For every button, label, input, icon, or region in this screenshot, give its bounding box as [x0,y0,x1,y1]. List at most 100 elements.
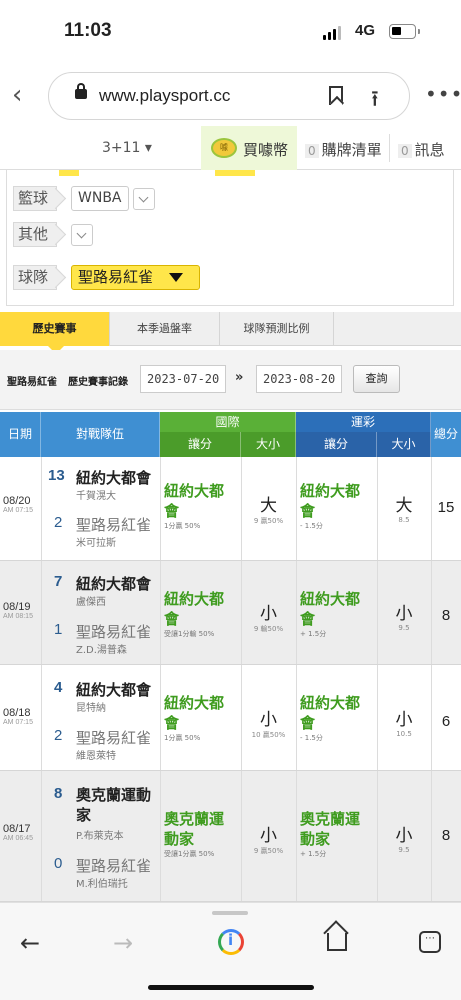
table-row[interactable]: 08/20 AM 07:15 13 紐約大都會 千賀滉大 2 聖路易紅雀 米可拉斯… [0,457,461,561]
lottery-spread-pick: 紐約大都會 [300,590,361,628]
away-pitcher: P.布萊克本 [76,831,124,842]
lottery-ou-note: 10.5 [396,730,412,738]
away-team[interactable]: 紐約大都會 [76,467,151,488]
intl-spread-note: 受讓1分輸 50% [164,630,215,638]
away-team[interactable]: 紐約大都會 [76,679,151,700]
cart-link[interactable]: 0 購牌清單 [305,139,382,160]
messages-count: 0 [398,144,412,158]
chevron-down-icon[interactable] [132,187,155,210]
home-score: 2 [54,514,63,531]
chevron-down-icon[interactable] [71,223,94,246]
away-pitcher: 盧傑西 [76,597,106,608]
date-range-arrow: » [235,370,244,385]
wnba-option[interactable]: WNBA [71,186,129,211]
home-team[interactable]: 聖路易紅雀 [76,621,151,642]
intl-ou-note: 9 贏50% [253,517,284,525]
intl-ou-note: 9 輸50% [253,625,284,633]
intl-ou-cell: 大9 贏50% [241,491,296,526]
tabs-icon[interactable]: ⋯ [419,931,441,953]
messages-link[interactable]: 0 訊息 [398,139,445,160]
intl-spread-cell: 奧克蘭運動家 受讓1分贏 50% [164,809,234,859]
search-record-label: 歷史賽事記錄 [68,377,128,388]
intl-ou-pick: 小 [260,826,277,846]
filter-edge [215,170,255,176]
column-divider [296,665,297,770]
header-matchup: 對戰隊伍 [41,412,160,457]
lottery-ou-note: 8.5 [398,516,410,524]
table-row[interactable]: 08/18 AM 07:15 4 紐約大都會 昆特納 2 聖路易紅雀 維恩萊特 紐… [0,665,461,771]
tab-season-cover-rate[interactable]: 本季過盤率 [110,312,220,346]
tab-history[interactable]: 歷史賽事 [0,312,110,354]
lottery-spread-note: - 1.5分 [300,734,323,742]
away-team[interactable]: 奧克蘭運動家 [76,785,156,825]
away-score: 7 [54,573,63,590]
total-score: 6 [441,713,451,730]
total-score: 8 [441,827,451,844]
header-intl-spread: 讓分 [160,432,241,457]
intl-spread-pick: 紐約大都會 [164,482,225,520]
coin-icon: 噱 [211,138,237,158]
drag-handle[interactable] [212,911,248,915]
intl-ou-cell: 小 10 贏50% [241,705,296,740]
site-nav: 3+11 ▾ 噱 買噱幣 0 購牌清單 0 訊息 [0,126,461,170]
address-bar[interactable]: www.playsport.cc ⭱ [48,72,410,120]
lottery-ou-cell: 小 9.5 [377,599,431,632]
table-row[interactable]: 08/19 AM 08:15 7 紐約大都會 盧傑西 1 聖路易紅雀 Z.D.湯普… [0,561,461,665]
header-lottery: 運彩 [296,412,431,432]
lottery-spread-note: + 1.5分 [300,630,327,638]
arrow-left-icon[interactable]: ← [20,929,40,957]
column-divider [160,771,161,901]
home-icon[interactable] [327,933,347,951]
header-total: 總分 [431,412,461,457]
table-row[interactable]: 08/17 AM 06:45 8 奧克蘭運動家 P.布萊克本 0 聖路易紅雀 M.… [0,771,461,902]
away-team[interactable]: 紐約大都會 [76,573,151,594]
home-team[interactable]: 聖路易紅雀 [76,727,151,748]
lottery-ou-pick: 小 [395,710,413,730]
chevron-left-icon[interactable]: ‹ [12,80,22,110]
lottery-spread-cell: 紐約大都會 - 1.5分 [300,481,374,531]
lottery-spread-cell: 紐約大都會 + 1.5分 [300,589,374,639]
more-icon[interactable]: ••• [425,82,461,106]
home-pitcher: Z.D.湯普森 [76,645,127,656]
league-selector[interactable]: 3+11 ▾ [102,140,152,156]
column-divider [160,561,161,664]
team-select[interactable]: 聖路易紅雀 [71,265,201,290]
lottery-ou-note: 9.5 [398,624,410,632]
team-select-value: 聖路易紅雀 [78,268,154,286]
lottery-spread-pick: 紐約大都會 [300,694,361,732]
lottery-spread-pick: 奧克蘭運動家 [300,810,361,848]
url-text[interactable]: www.playsport.cc [99,86,230,106]
end-date-input[interactable]: 2023-08-20 [256,365,342,393]
other-label: 其他 [13,222,58,247]
share-icon[interactable]: ⭱ [371,82,379,120]
start-date-input[interactable]: 2023-07-20 [140,365,226,393]
lottery-ou-pick: 大 [395,496,413,516]
home-team[interactable]: 聖路易紅雀 [76,514,151,535]
home-score: 0 [54,855,63,872]
home-team[interactable]: 聖路易紅雀 [76,855,151,876]
tab-team-prediction[interactable]: 球隊預測比例 [220,312,334,346]
column-divider [41,771,42,901]
total-score: 8 [441,607,451,624]
search-button[interactable]: 查詢 [353,365,400,393]
column-divider [41,665,42,770]
game-date: 08/18 AM 07:15 [3,707,33,726]
date-text: 08/17 [3,823,31,835]
intl-spread-cell: 紐約大都會 1分贏 50% [164,693,238,743]
away-pitcher: 昆特納 [76,703,106,714]
bookmark-icon[interactable] [329,86,343,105]
messages-label: 訊息 [414,141,445,159]
date-text: 08/20 [3,495,31,507]
arrow-right-icon[interactable]: → [113,929,133,957]
home-pitcher: M.利伯瑞托 [76,879,128,890]
buy-coins-button[interactable]: 噱 買噱幣 [201,126,297,170]
intl-spread-pick: 奧克蘭運動家 [164,810,225,848]
intl-spread-cell: 紐約大都會 受讓1分輸 50% [164,589,238,639]
status-time: 11:03 [64,20,112,41]
status-bar: 11:03 4G [0,0,461,62]
column-divider [296,771,297,901]
table-header: 日期 對戰隊伍 國際 讓分 大小 運彩 讓分 大小 總分 [0,412,461,457]
time-text: AM 07:15 [3,719,33,726]
intl-ou-pick: 小 [260,604,277,624]
google-lens-icon[interactable] [218,929,244,955]
